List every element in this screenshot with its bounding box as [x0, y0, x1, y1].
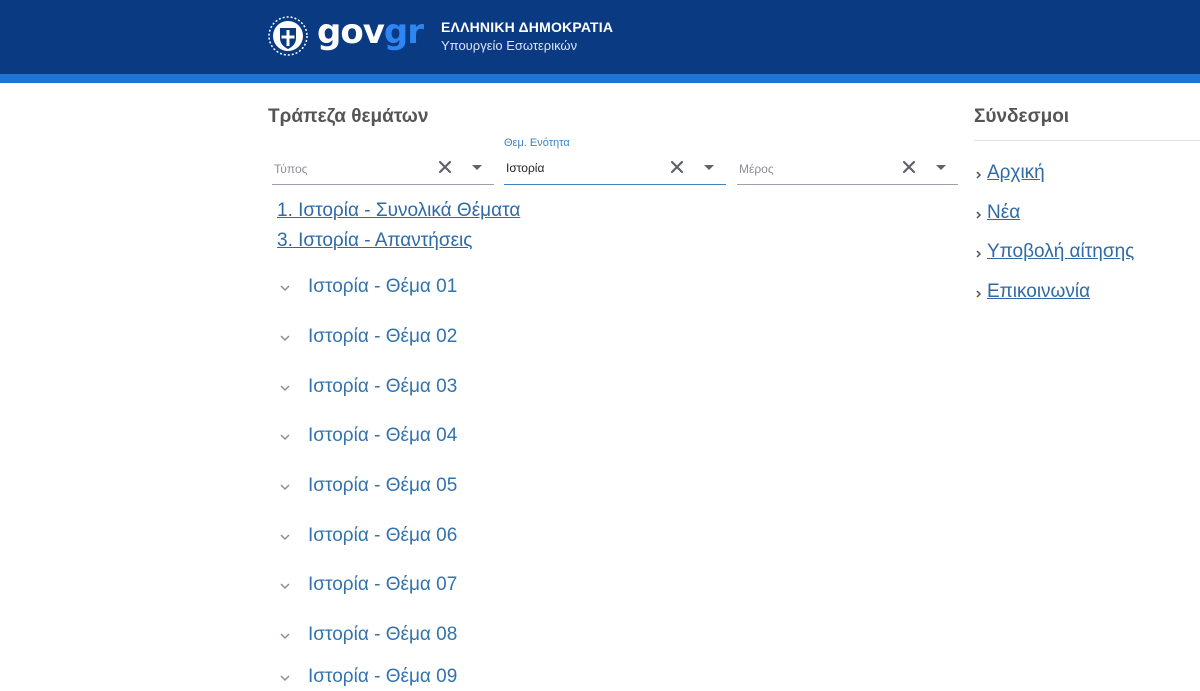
org-title: ΕΛΛΗΝΙΚΗ ΔΗΜΟΚΡΑΤΙΑ — [441, 19, 614, 35]
topic-label: Ιστορία - Θέμα 09 — [308, 666, 458, 687]
chevron-right-icon — [976, 290, 982, 298]
logo-gov-text: gov — [317, 12, 385, 52]
topic-accordion-item[interactable]: Ιστορία - Θέμα 04 — [276, 423, 676, 453]
topic-accordion-item[interactable]: Ιστορία - Θέμα 09 — [276, 664, 676, 691]
sidebar-divider — [974, 140, 1200, 141]
topic-label: Ιστορία - Θέμα 04 — [308, 425, 458, 446]
topic-label: Ιστορία - Θέμα 07 — [308, 574, 458, 595]
coat-of-arms-icon[interactable] — [268, 16, 308, 56]
topic-label: Ιστορία - Θέμα 03 — [308, 376, 458, 397]
close-icon[interactable] — [900, 158, 918, 176]
part-filter-placeholder: Μέρος — [739, 162, 774, 176]
logo-gr-text: gr — [383, 12, 424, 52]
topic-label: Ιστορία - Θέμα 08 — [308, 624, 458, 645]
chevron-down-icon — [280, 285, 290, 292]
sidebar-link[interactable]: Υποβολή αίτησης — [987, 241, 1134, 263]
govgr-logo[interactable]: govgr — [317, 10, 424, 54]
topic-label: Ιστορία - Θέμα 02 — [308, 326, 458, 347]
topic-accordion-item[interactable]: Ιστορία - Θέμα 02 — [276, 324, 676, 354]
link-answers[interactable]: 3. Ιστορία - Απαντήσεις — [277, 230, 472, 252]
type-filter-placeholder: Τύπος — [274, 162, 308, 176]
topic-accordion-item[interactable]: Ιστορία - Θέμα 03 — [276, 374, 676, 404]
caret-down-icon[interactable] — [468, 158, 486, 176]
chevron-down-icon — [280, 534, 290, 541]
sidebar-link[interactable]: Νέα — [987, 202, 1020, 224]
chevron-down-icon — [280, 335, 290, 342]
chevron-down-icon — [280, 633, 290, 640]
chevron-down-icon — [280, 583, 290, 590]
topic-accordion-item[interactable]: Ιστορία - Θέμα 06 — [276, 523, 676, 553]
chevron-down-icon — [280, 484, 290, 491]
site-header: govgr ΕΛΛΗΝΙΚΗ ΔΗΜΟΚΡΑΤΙΑ Υπουργείο Εσωτ… — [0, 0, 1200, 74]
sidebar-link[interactable]: Επικοινωνία — [987, 281, 1090, 303]
topic-label: Ιστορία - Θέμα 05 — [308, 475, 458, 496]
caret-down-icon[interactable] — [700, 158, 718, 176]
caret-down-icon[interactable] — [932, 158, 950, 176]
page-title: Τράπεζα θεμάτων — [268, 106, 429, 127]
topic-accordion-item[interactable]: Ιστορία - Θέμα 01 — [276, 274, 676, 304]
part-filter[interactable]: Μέρος — [737, 150, 958, 185]
unit-filter-label: Θεμ. Ενότητα — [504, 137, 570, 149]
link-all-topics[interactable]: 1. Ιστορία - Συνολικά Θέματα — [277, 200, 520, 222]
unit-filter[interactable]: Θεμ. Ενότητα Ιστορία — [504, 137, 726, 185]
chevron-down-icon — [280, 434, 290, 441]
chevron-right-icon — [976, 250, 982, 258]
org-subtitle: Υπουργείο Εσωτερικών — [441, 38, 578, 53]
chevron-down-icon — [280, 675, 290, 682]
topic-label: Ιστορία - Θέμα 01 — [308, 276, 458, 297]
chevron-down-icon — [280, 385, 290, 392]
topic-accordion-item[interactable]: Ιστορία - Θέμα 08 — [276, 622, 676, 652]
topic-label: Ιστορία - Θέμα 06 — [308, 525, 458, 546]
sidebar-title: Σύνδεσμοι — [974, 106, 1070, 127]
close-icon[interactable] — [668, 158, 686, 176]
chevron-right-icon — [976, 171, 982, 179]
unit-filter-value: Ιστορία — [506, 161, 545, 175]
close-icon[interactable] — [436, 158, 454, 176]
topic-accordion-item[interactable]: Ιστορία - Θέμα 05 — [276, 473, 676, 503]
type-filter[interactable]: Τύπος — [272, 150, 494, 185]
header-stripe — [0, 74, 1200, 83]
sidebar-link[interactable]: Αρχική — [987, 162, 1045, 184]
topic-accordion-item[interactable]: Ιστορία - Θέμα 07 — [276, 572, 676, 602]
chevron-right-icon — [976, 211, 982, 219]
